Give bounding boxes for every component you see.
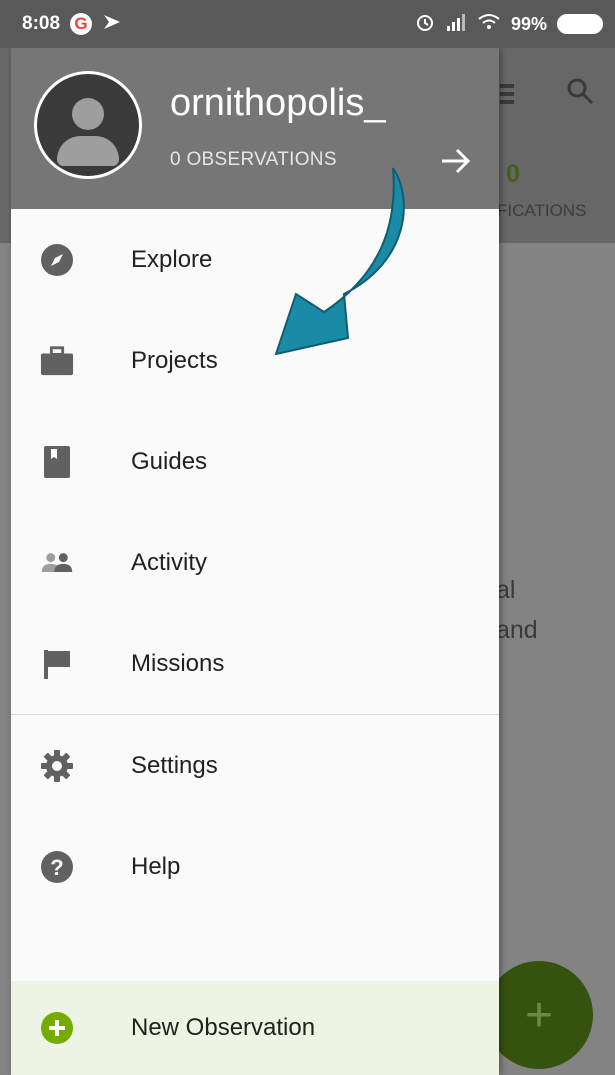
notification-icon — [102, 12, 122, 37]
signal-icon — [445, 13, 467, 36]
avatar[interactable] — [34, 71, 142, 179]
menu-item-activity[interactable]: Activity — [11, 512, 499, 613]
menu-item-explore[interactable]: Explore — [11, 209, 499, 310]
search-icon — [565, 76, 595, 111]
alarm-icon — [415, 12, 435, 37]
compass-icon — [40, 243, 74, 277]
status-bar: 8:08 G 99% — [0, 0, 615, 48]
battery-icon — [557, 14, 603, 34]
navigation-drawer: ornithopolis_ 0 OBSERVATIONS Explore Pro… — [11, 48, 499, 1075]
gear-icon — [40, 749, 74, 783]
status-left: 8:08 G — [22, 12, 122, 37]
menu-item-guides[interactable]: Guides — [11, 411, 499, 512]
drawer-header[interactable]: ornithopolis_ 0 OBSERVATIONS — [11, 48, 499, 209]
svg-text:?: ? — [50, 855, 63, 880]
help-icon: ? — [40, 850, 74, 884]
add-observation-fab: + — [485, 961, 593, 1069]
menu-label: Projects — [131, 346, 218, 374]
background-text: and — [496, 616, 538, 644]
menu-label: Settings — [131, 751, 218, 779]
new-observation-label: New Observation — [131, 1014, 316, 1041]
drawer-menu: Explore Projects Guides Activity Mission… — [11, 209, 499, 917]
new-observation-button[interactable]: New Observation — [11, 981, 499, 1075]
menu-icon — [500, 84, 514, 108]
briefcase-icon — [40, 344, 74, 378]
menu-item-projects[interactable]: Projects — [11, 310, 499, 411]
observation-count: 0 OBSERVATIONS — [170, 149, 337, 170]
arrow-right-icon[interactable] — [439, 146, 473, 176]
menu-label: Guides — [131, 447, 208, 475]
flag-icon — [40, 647, 74, 681]
identifications-tab: FICATIONS — [497, 201, 587, 220]
menu-item-help[interactable]: ? Help — [11, 816, 499, 917]
menu-label: Help — [131, 852, 181, 880]
menu-label: Explore — [131, 245, 213, 273]
battery-percent: 99% — [510, 13, 547, 34]
menu-label: Activity — [131, 548, 208, 576]
book-icon — [40, 445, 74, 479]
google-icon: G — [70, 13, 93, 35]
status-right: 99% — [415, 12, 603, 37]
username: ornithopolis_ — [170, 82, 386, 124]
menu-item-missions[interactable]: Missions — [11, 613, 499, 714]
menu-label: Missions — [131, 649, 225, 677]
people-icon — [40, 546, 74, 580]
add-circle-icon — [40, 1011, 74, 1045]
identifications-count: 0 — [506, 160, 520, 188]
menu-item-settings[interactable]: Settings — [11, 715, 499, 816]
status-time: 8:08 — [22, 13, 61, 34]
wifi-icon — [477, 13, 501, 36]
